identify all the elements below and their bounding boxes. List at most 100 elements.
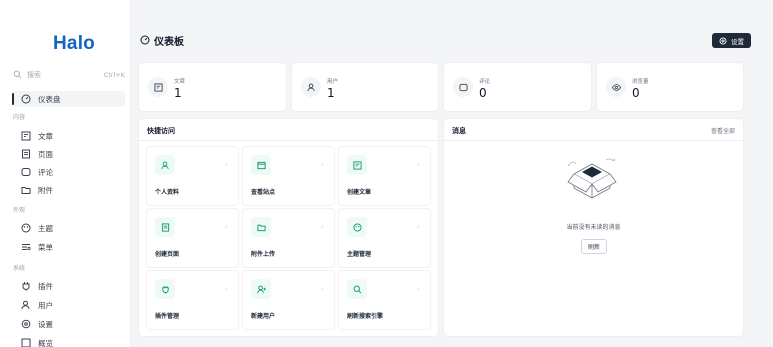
- tile-icon-wrapper: [155, 279, 175, 299]
- eye-icon: [611, 83, 621, 92]
- comment-icon: [21, 167, 31, 177]
- user-icon: [21, 300, 31, 310]
- gear-icon: [21, 319, 31, 329]
- chevron-right-icon: ›: [416, 284, 420, 293]
- dashboard-icon: [140, 35, 150, 45]
- search-placeholder: 搜索: [27, 70, 41, 79]
- chevron-right-icon: ›: [224, 284, 228, 293]
- sidebar-item-attachments[interactable]: 附件: [12, 182, 125, 198]
- sidebar-item-plugins[interactable]: 插件: [12, 278, 125, 294]
- search-input[interactable]: 搜索 Ctrl+K: [13, 66, 125, 83]
- comment-icon: [458, 83, 468, 92]
- page-title-text: 仪表板: [154, 36, 184, 48]
- sidebar-group-appearance: 外观: [13, 207, 26, 214]
- stat-card-articles: 文章 1: [139, 63, 286, 111]
- stat-icon-wrapper: [148, 77, 168, 97]
- plug-icon: [21, 281, 31, 291]
- stat-value: 0: [632, 86, 640, 100]
- chevron-right-icon: ›: [224, 222, 228, 231]
- sidebar-item-settings[interactable]: 设置: [12, 316, 125, 332]
- tile-icon-wrapper: [155, 217, 175, 237]
- sidebar-group-system: 系统: [13, 265, 26, 272]
- tile-label: 创建文章: [347, 189, 372, 196]
- search-icon: [13, 70, 22, 79]
- article-icon: [352, 160, 362, 170]
- sidebar-item-themes[interactable]: 主题: [12, 220, 125, 236]
- tile-label: 插件管理: [155, 313, 180, 320]
- sidebar-item-label: 菜单: [38, 242, 53, 252]
- page-icon: [21, 149, 31, 159]
- sidebar-item-label: 附件: [38, 185, 53, 195]
- settings-button-label: 设置: [731, 37, 744, 46]
- page-header: 仪表板 设置: [131, 28, 773, 52]
- overview-icon: [21, 338, 31, 347]
- stat-label: 评论: [479, 79, 491, 85]
- sidebar-item-articles[interactable]: 文章: [12, 128, 125, 144]
- view-all-link[interactable]: 查看全部: [711, 126, 735, 135]
- sidebar-item-overview[interactable]: 概览: [12, 335, 125, 347]
- tile-icon-wrapper: [251, 155, 271, 175]
- sidebar-item-dashboard[interactable]: 仪表盘: [12, 91, 125, 107]
- article-icon: [21, 131, 31, 141]
- quick-tile-new-article[interactable]: › 创建文章: [339, 147, 430, 205]
- search-icon: [353, 285, 362, 294]
- refresh-button[interactable]: 刷新: [581, 239, 607, 254]
- tile-icon-wrapper: [347, 279, 367, 299]
- quick-tile-new-page[interactable]: › 创建页面: [147, 209, 238, 267]
- chevron-right-icon: ›: [320, 222, 324, 231]
- stat-value: 1: [327, 86, 335, 100]
- halo-logo[interactable]: Halo: [53, 33, 95, 55]
- menu-icon: [21, 242, 31, 252]
- quick-tile-profile[interactable]: › 个人资料: [147, 147, 238, 205]
- sidebar: Halo 搜索 Ctrl+K 仪表盘 内容 文章 页面 评论 附件 外观 主题 …: [0, 0, 131, 347]
- sidebar-item-comments[interactable]: 评论: [12, 164, 125, 180]
- quick-tile-plugins[interactable]: › 插件管理: [147, 271, 238, 329]
- chevron-right-icon: ›: [416, 222, 420, 231]
- sidebar-item-label: 插件: [38, 281, 53, 291]
- notifications-title: 消息: [452, 127, 466, 135]
- tile-label: 刷新搜索引擎: [347, 313, 384, 320]
- tile-label: 新建用户: [251, 313, 276, 320]
- tile-label: 附件上传: [251, 251, 276, 258]
- sidebar-item-label: 主题: [38, 223, 53, 233]
- chevron-right-icon: ›: [320, 284, 324, 293]
- panel-divider: [444, 140, 743, 141]
- sidebar-item-label: 评论: [38, 167, 53, 177]
- palette-icon: [21, 223, 31, 233]
- sidebar-item-pages[interactable]: 页面: [12, 146, 125, 162]
- sidebar-item-menus[interactable]: 菜单: [12, 239, 125, 255]
- quick-tile-view-site[interactable]: › 查看站点: [243, 147, 334, 205]
- sidebar-item-label: 设置: [38, 319, 53, 329]
- quick-tile-upload[interactable]: › 附件上传: [243, 209, 334, 267]
- tile-icon-wrapper: [155, 155, 175, 175]
- quick-tile-refresh-search[interactable]: › 刷新搜索引擎: [339, 271, 430, 329]
- sidebar-item-users[interactable]: 用户: [12, 297, 125, 313]
- user-icon: [306, 83, 316, 92]
- panel-divider: [139, 140, 438, 141]
- tile-label: 主题管理: [347, 251, 372, 258]
- stat-icon-wrapper: [606, 77, 626, 97]
- stat-label: 文章: [174, 79, 186, 85]
- user-add-icon: [256, 285, 266, 294]
- stat-icon-wrapper: [453, 77, 473, 97]
- empty-message: 当前没有未读的消息: [566, 224, 621, 231]
- sidebar-item-label: 仪表盘: [38, 94, 61, 104]
- tile-label: 创建页面: [155, 251, 180, 258]
- tile-icon-wrapper: [251, 279, 271, 299]
- sidebar-item-label: 概览: [38, 338, 53, 347]
- sidebar-item-label: 用户: [38, 300, 53, 310]
- dashboard-icon: [21, 94, 31, 104]
- tile-icon-wrapper: [251, 217, 271, 237]
- notifications-panel: 消息 查看全部 当前没有未读的消息 刷新: [444, 119, 743, 336]
- tile-icon-wrapper: [347, 155, 367, 175]
- quick-tile-new-user[interactable]: › 新建用户: [243, 271, 334, 329]
- page-title: 仪表板: [140, 33, 184, 48]
- empty-inbox-icon: [567, 158, 617, 199]
- gear-icon: [719, 37, 727, 45]
- quick-access-title: 快捷访问: [147, 127, 175, 135]
- stat-card-comments: 评论 0: [444, 63, 591, 111]
- quick-tile-themes[interactable]: › 主题管理: [339, 209, 430, 267]
- sidebar-group-content: 内容: [13, 114, 26, 121]
- settings-button[interactable]: 设置: [712, 33, 751, 48]
- user-icon: [160, 161, 170, 170]
